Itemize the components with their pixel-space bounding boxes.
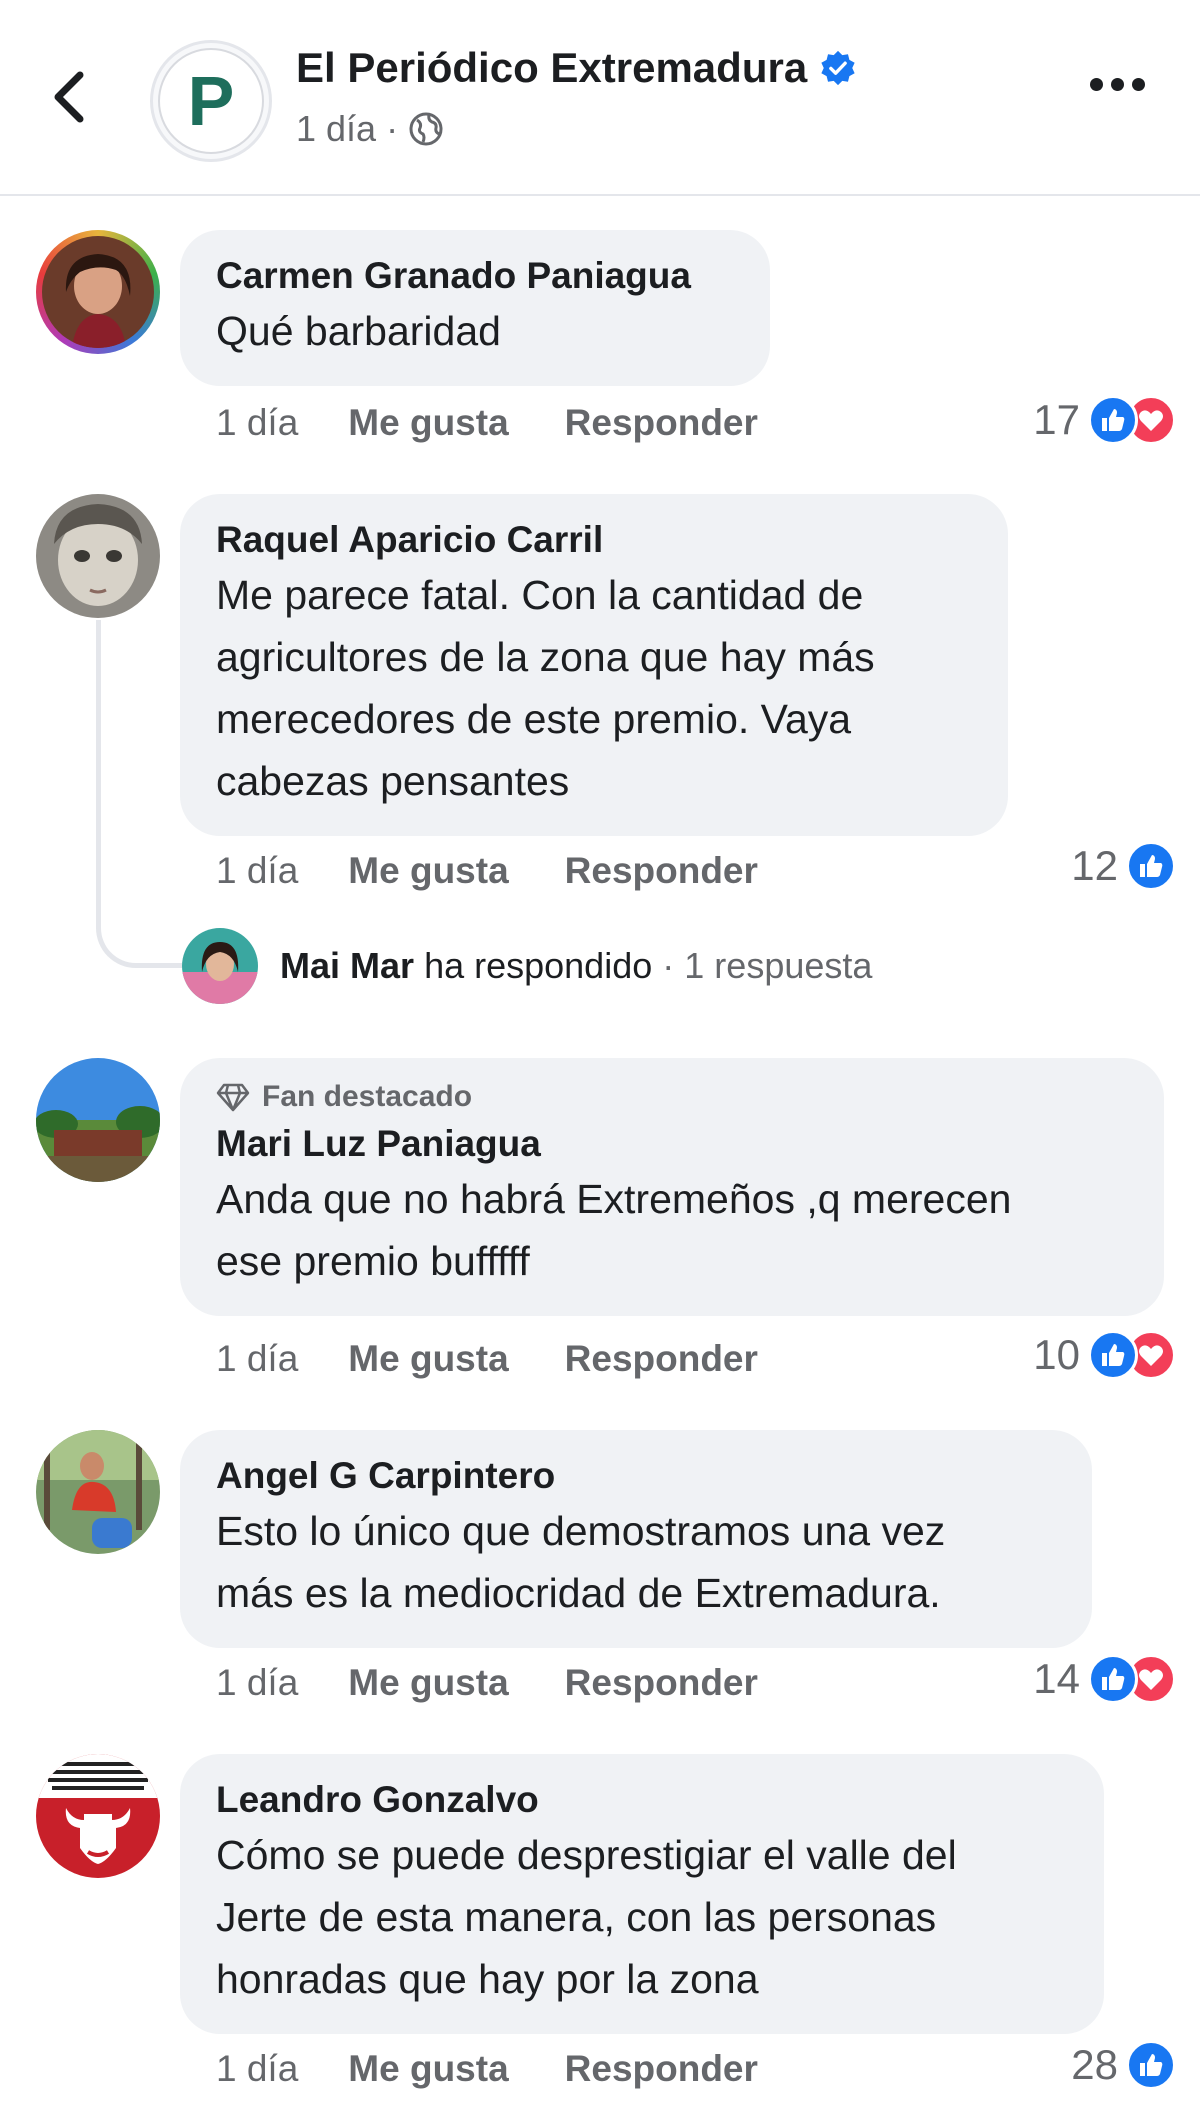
replier-avatar xyxy=(182,928,258,1004)
comment-text-line: merecedores de este premio. Vaya xyxy=(216,696,852,742)
comment-actions: 1 día Me gusta Responder xyxy=(216,1338,814,1380)
page-logo-letter: P xyxy=(187,62,235,140)
more-options-button[interactable] xyxy=(1090,78,1145,91)
post-meta: 1 día · xyxy=(296,108,444,150)
comment-time[interactable]: 1 día xyxy=(216,1338,298,1380)
comment-actions: 1 día Me gusta Responder xyxy=(216,1662,814,1704)
comment-actions: 1 día Me gusta Responder xyxy=(216,402,814,444)
comment-text-line: Esto lo único que demostramos una vez xyxy=(216,1508,946,1554)
comment-time[interactable]: 1 día xyxy=(216,2048,298,2090)
dot-icon xyxy=(1090,78,1103,91)
reply-action: ha respondido xyxy=(424,945,653,986)
reply-button[interactable]: Responder xyxy=(565,1662,758,1704)
profile-photo xyxy=(36,494,160,618)
reaction-count: 14 xyxy=(1033,1655,1080,1702)
reply-button[interactable]: Responder xyxy=(565,850,758,892)
like-button[interactable]: Me gusta xyxy=(348,1662,508,1704)
commenter-avatar[interactable] xyxy=(36,1754,160,1878)
replier-name: Mai Mar xyxy=(280,945,415,986)
like-button[interactable]: Me gusta xyxy=(348,850,508,892)
comment-bubble[interactable]: Leandro Gonzalvo Cómo se puede despresti… xyxy=(180,1754,1104,2034)
comment-text-line: Me parece fatal. Con la cantidad de xyxy=(216,572,864,618)
badge-label: Fan destacado xyxy=(262,1080,473,1113)
reaction-summary[interactable]: 12 xyxy=(1071,841,1176,891)
verified-badge-icon xyxy=(821,50,855,86)
reaction-count: 10 xyxy=(1033,1331,1080,1378)
like-button[interactable]: Me gusta xyxy=(348,402,508,444)
comment-author[interactable]: Raquel Aparicio Carril xyxy=(216,516,972,564)
view-replies-link[interactable]: Mai Mar ha respondido · 1 respuesta xyxy=(182,928,872,1004)
diamond-icon xyxy=(216,1083,250,1112)
globe-icon xyxy=(409,112,443,146)
comment-text-line: ese premio bufffff xyxy=(216,1238,530,1284)
profile-photo xyxy=(36,1754,160,1878)
back-button[interactable] xyxy=(40,62,100,132)
comment-text-line: más es la mediocridad de Extremadura. xyxy=(216,1570,941,1616)
comment-time[interactable]: 1 día xyxy=(216,1662,298,1704)
profile-photo xyxy=(42,236,154,348)
reaction-summary[interactable]: 14 xyxy=(1033,1654,1176,1704)
page-name-text[interactable]: El Periódico Extremadura xyxy=(296,44,807,92)
reply-button[interactable]: Responder xyxy=(565,2048,758,2090)
chevron-left-icon xyxy=(54,71,84,123)
comment-author[interactable]: Leandro Gonzalvo xyxy=(216,1776,1068,1824)
comment-text-line: agricultores de la zona que hay más xyxy=(216,634,875,680)
reaction-count: 28 xyxy=(1071,2041,1118,2088)
comment-text-line: Cómo se puede desprestigiar el valle del xyxy=(216,1832,957,1878)
profile-photo xyxy=(36,1058,160,1182)
like-icon xyxy=(1126,841,1176,891)
comment-bubble[interactable]: Angel G Carpintero Esto lo único que dem… xyxy=(180,1430,1092,1648)
page-avatar[interactable]: P xyxy=(150,40,272,162)
reaction-summary[interactable]: 17 xyxy=(1033,395,1176,445)
comment-text-line: Anda que no habrá Extremeños ,q merecen xyxy=(216,1176,1012,1222)
dot-icon xyxy=(1132,78,1145,91)
comment-time[interactable]: 1 día xyxy=(216,402,298,444)
reaction-summary[interactable]: 10 xyxy=(1033,1330,1176,1380)
top-fan-badge: Fan destacado xyxy=(216,1076,1128,1118)
thread-line xyxy=(96,620,182,968)
reaction-count: 17 xyxy=(1033,396,1080,443)
comment-author[interactable]: Carmen Granado Paniagua xyxy=(216,252,734,300)
post-header: P El Periódico Extremadura 1 día · xyxy=(0,0,1200,196)
comment-bubble[interactable]: Raquel Aparicio Carril Me parece fatal. … xyxy=(180,494,1008,836)
comment-actions: 1 día Me gusta Responder xyxy=(216,850,814,892)
comment-text-line: honradas que hay por la zona xyxy=(216,1956,759,2002)
comment-actions: 1 día Me gusta Responder xyxy=(216,2048,814,2090)
commenter-avatar[interactable] xyxy=(36,494,160,618)
profile-photo xyxy=(182,928,258,1004)
like-icon xyxy=(1088,395,1138,445)
post-time: 1 día xyxy=(296,108,377,149)
like-icon xyxy=(1088,1330,1138,1380)
profile-photo xyxy=(36,1430,160,1554)
reply-button[interactable]: Responder xyxy=(565,402,758,444)
comment-text-line: cabezas pensantes xyxy=(216,758,570,804)
reply-separator: · xyxy=(662,945,675,986)
like-button[interactable]: Me gusta xyxy=(348,1338,508,1380)
comment-author[interactable]: Mari Luz Paniagua xyxy=(216,1120,1128,1168)
commenter-avatar[interactable] xyxy=(36,230,160,354)
reaction-summary[interactable]: 28 xyxy=(1071,2040,1176,2090)
dot-icon xyxy=(1111,78,1124,91)
comment-bubble[interactable]: Fan destacado Mari Luz Paniagua Anda que… xyxy=(180,1058,1164,1316)
comment-time[interactable]: 1 día xyxy=(216,850,298,892)
page-name[interactable]: El Periódico Extremadura xyxy=(296,44,857,92)
like-button[interactable]: Me gusta xyxy=(348,2048,508,2090)
reply-button[interactable]: Responder xyxy=(565,1338,758,1380)
reply-summary: Mai Mar ha respondido · 1 respuesta xyxy=(280,945,872,987)
comment-text: Qué barbaridad xyxy=(216,308,501,354)
commenter-avatar[interactable] xyxy=(36,1058,160,1182)
meta-separator: · xyxy=(386,108,399,149)
commenter-avatar[interactable] xyxy=(36,1430,160,1554)
comment-author[interactable]: Angel G Carpintero xyxy=(216,1452,1056,1500)
like-icon xyxy=(1126,2040,1176,2090)
reaction-count: 12 xyxy=(1071,842,1118,889)
comment-text-line: Jerte de esta manera, con las personas xyxy=(216,1894,937,1940)
reply-count: 1 respuesta xyxy=(684,945,873,986)
like-icon xyxy=(1088,1654,1138,1704)
comment-bubble[interactable]: Carmen Granado Paniagua Qué barbaridad xyxy=(180,230,770,386)
